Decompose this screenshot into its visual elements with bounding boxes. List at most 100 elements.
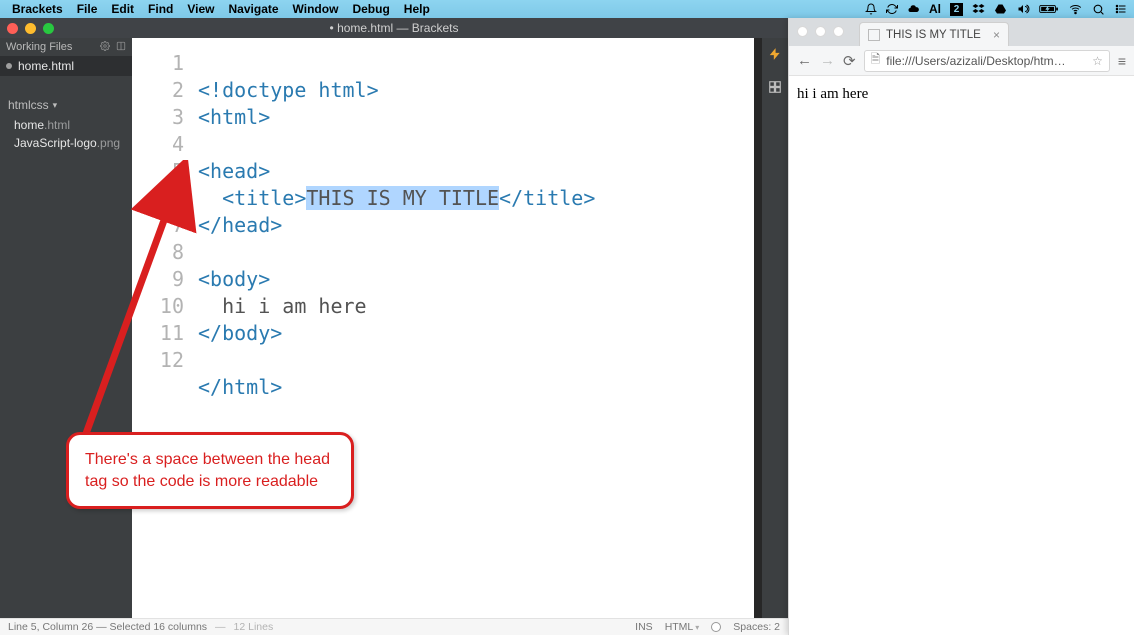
url-bar[interactable]: 🗎 file:///Users/azizali/Desktop/htm… ☆ — [864, 50, 1110, 72]
page-icon: 🗎 — [871, 50, 881, 71]
line-number: 10 — [132, 293, 184, 320]
sync-icon[interactable] — [886, 3, 898, 15]
back-button[interactable]: ← — [797, 52, 812, 69]
line-number: 7 — [132, 212, 184, 239]
chrome-tabstrip: THIS IS MY TITLE × — [789, 18, 1134, 46]
right-rail — [762, 38, 788, 618]
menu-edit[interactable]: Edit — [111, 2, 134, 16]
menu-help[interactable]: Help — [404, 2, 430, 16]
favicon-icon — [868, 29, 880, 41]
menu-file[interactable]: File — [77, 2, 98, 16]
cloud-icon[interactable] — [907, 3, 920, 15]
gdrive-icon[interactable] — [994, 3, 1007, 15]
file-name: home — [14, 118, 44, 132]
line-number: 2 — [132, 77, 184, 104]
browser-tab[interactable]: THIS IS MY TITLE × — [859, 22, 1009, 46]
menubar-tray: Al 2 — [865, 2, 1128, 16]
window-title: • home.html — Brackets — [330, 21, 459, 35]
list-icon[interactable] — [1114, 3, 1128, 15]
tab-close-icon[interactable]: × — [993, 28, 1000, 42]
language-mode[interactable]: HTML▾ — [665, 621, 700, 633]
project-file[interactable]: home.html — [14, 116, 132, 134]
code-indent — [198, 186, 222, 210]
menu-find[interactable]: Find — [148, 2, 173, 16]
project-file[interactable]: JavaScript-logo.png — [14, 134, 132, 152]
dropbox-icon[interactable] — [972, 3, 985, 15]
live-preview-icon[interactable] — [768, 46, 782, 66]
menu-debug[interactable]: Debug — [352, 2, 389, 16]
menu-view[interactable]: View — [187, 2, 214, 16]
code-token: <!doctype html> — [198, 78, 379, 102]
extension-manager-icon[interactable] — [768, 80, 782, 97]
page-text: hi i am here — [797, 86, 868, 102]
project-name: htmlcss — [8, 98, 49, 112]
chrome-window: THIS IS MY TITLE × ← → ⟳ 🗎 file:///Users… — [788, 18, 1134, 635]
file-ext: .html — [44, 118, 70, 132]
code-token: </html> — [198, 375, 282, 399]
zoom-button[interactable] — [833, 26, 844, 37]
lint-status-icon[interactable] — [711, 622, 721, 632]
gear-icon[interactable] — [100, 41, 110, 54]
line-number: 11 — [132, 320, 184, 347]
chevron-down-icon: ▾ — [53, 100, 58, 111]
chrome-menu-icon[interactable]: ≡ — [1118, 53, 1126, 69]
working-files-header: Working Files — [0, 38, 132, 56]
split-icon[interactable] — [116, 41, 126, 54]
two-icon[interactable]: 2 — [950, 3, 963, 16]
line-number: 9 — [132, 266, 184, 293]
insert-mode[interactable]: INS — [635, 621, 653, 633]
battery-icon[interactable] — [1039, 3, 1059, 15]
al-icon[interactable]: Al — [929, 2, 941, 16]
forward-button[interactable]: → — [820, 52, 835, 69]
menu-app[interactable]: Brackets — [12, 2, 63, 16]
selected-text: THIS IS MY TITLE — [306, 186, 499, 210]
wifi-icon[interactable] — [1068, 3, 1083, 15]
working-file[interactable]: home.html — [0, 56, 132, 76]
close-button[interactable] — [7, 23, 18, 34]
window-controls — [7, 23, 54, 34]
line-number: 1 — [132, 50, 184, 77]
mac-menubar: Brackets File Edit Find View Navigate Wi… — [0, 0, 1134, 18]
zoom-button[interactable] — [43, 23, 54, 34]
line-count: 12 Lines — [234, 621, 274, 633]
gutter: 1 2 3 4 5 6 7 8 9 10 11 12 — [132, 38, 198, 618]
code-token: <html> — [198, 105, 270, 129]
spaces-setting[interactable]: Spaces: 2 — [733, 621, 780, 633]
statusbar: Line 5, Column 26 — Selected 16 columns … — [0, 618, 788, 635]
code-editor[interactable]: 1 2 3 4 5 6 7 8 9 10 11 12 <!doctype htm… — [132, 38, 754, 618]
code-token: </title> — [499, 186, 595, 210]
file-name: JavaScript-logo — [14, 136, 97, 150]
code-token: <title> — [222, 186, 306, 210]
annotation-callout: There's a space between the head tag so … — [66, 432, 354, 509]
chrome-window-controls — [797, 26, 844, 37]
close-button[interactable] — [797, 26, 808, 37]
search-icon[interactable] — [1092, 3, 1105, 16]
working-files-label: Working Files — [6, 41, 72, 53]
unsaved-dot-icon — [6, 63, 12, 69]
project-header[interactable]: htmlcss ▾ — [0, 98, 132, 112]
line-number: 12 — [132, 347, 184, 374]
line-number: 5 — [132, 158, 184, 185]
code-token: </head> — [198, 213, 282, 237]
minimize-button[interactable] — [815, 26, 826, 37]
working-file-name: home.html — [18, 59, 74, 73]
chrome-toolbar: ← → ⟳ 🗎 file:///Users/azizali/Desktop/ht… — [789, 46, 1134, 76]
menu-navigate[interactable]: Navigate — [229, 2, 279, 16]
url-text: file:///Users/azizali/Desktop/htm… — [886, 54, 1065, 68]
file-ext: .png — [97, 136, 120, 150]
minimize-button[interactable] — [25, 23, 36, 34]
code-text: hi i am here — [222, 294, 367, 318]
menu-window[interactable]: Window — [293, 2, 339, 16]
tab-title: THIS IS MY TITLE — [886, 29, 981, 41]
code-area[interactable]: <!doctype html> <html> <head> <title>THI… — [198, 38, 595, 618]
bell-icon[interactable] — [865, 3, 877, 15]
reload-button[interactable]: ⟳ — [843, 52, 856, 70]
line-number: 4 — [132, 131, 184, 158]
volume-icon[interactable] — [1016, 3, 1030, 15]
code-token: <body> — [198, 267, 270, 291]
browser-viewport: hi i am here — [789, 76, 1134, 635]
cursor-status: Line 5, Column 26 — Selected 16 columns — [8, 621, 207, 633]
code-token: </body> — [198, 321, 282, 345]
code-indent — [198, 294, 222, 318]
bookmark-star-icon[interactable]: ☆ — [1092, 54, 1103, 68]
